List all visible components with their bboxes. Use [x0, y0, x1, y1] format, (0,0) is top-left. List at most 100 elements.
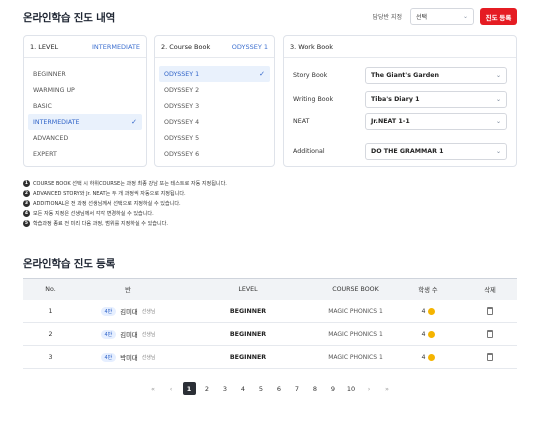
page-6[interactable]: 6: [273, 382, 286, 395]
course-item-label: ODYSSEY 4: [164, 118, 200, 126]
page-9[interactable]: 9: [327, 382, 340, 395]
course-item-odyssey-3[interactable]: ODYSSEY 3: [159, 98, 270, 114]
check-icon: ✓: [259, 70, 265, 78]
course-item-odyssey-2[interactable]: ODYSSEY 2: [159, 82, 270, 98]
note-item: 1 COURSE BOOK 선택 시 하위COURSE는 과정 최종 강남 또는 …: [23, 178, 227, 188]
work-book-panel-title: 3. Work Book: [290, 42, 333, 51]
note-text: 학습과정 종료 전 미리 다음 과정, 범위를 지정하실 수 있습니다.: [33, 220, 168, 227]
register-progress-button[interactable]: 진도 등록: [480, 8, 517, 25]
writing-book-select[interactable]: Tiba's Diary 1 ⌄: [365, 91, 507, 108]
additional-label: Additional: [293, 148, 325, 155]
teacher-suffix: 선생님: [141, 354, 156, 361]
level-item-expert[interactable]: EXPERT: [28, 146, 142, 162]
table-row[interactable]: 1 4반 김미대 선생님 BEGINNER MAGIC PHONICS 1 4: [23, 300, 517, 323]
story-book-select[interactable]: The Giant's Garden ⌄: [365, 67, 507, 84]
additional-value: DO THE GRAMMAR 1: [371, 148, 444, 155]
page-5[interactable]: 5: [255, 382, 268, 395]
first-page-icon[interactable]: «: [147, 382, 160, 395]
row-delete: [463, 330, 517, 338]
writing-book-row: Writing Book Tiba's Diary 1 ⌄: [293, 91, 507, 108]
level-item-label: BASIC: [33, 102, 52, 110]
page-3[interactable]: 3: [219, 382, 232, 395]
last-page-icon[interactable]: »: [381, 382, 394, 395]
row-no: 2: [48, 330, 53, 338]
note-text: 모든 자동 지정은 선생님께서 각각 변경하실 수 있습니다.: [33, 210, 154, 217]
number-5-icon: 5: [23, 219, 30, 227]
row-student-count[interactable]: 4: [393, 330, 463, 338]
level-panel-title: 1. LEVEL: [30, 42, 59, 51]
col-student-count: 학생 수: [418, 287, 438, 294]
row-course: MAGIC PHONICS 1: [328, 330, 383, 338]
trash-icon[interactable]: [487, 330, 493, 338]
col-class: 반: [125, 287, 131, 294]
trash-icon[interactable]: [487, 353, 493, 361]
level-item-intermediate[interactable]: INTERMEDIATE ✓: [28, 114, 142, 130]
level-item-label: WARMING UP: [33, 86, 75, 94]
writing-book-value: Tiba's Diary 1: [371, 96, 420, 103]
page-10[interactable]: 10: [345, 382, 358, 395]
notes-list: 1 COURSE BOOK 선택 시 하위COURSE는 과정 최종 강남 또는 …: [23, 178, 227, 228]
class-select[interactable]: 선택 ⌄: [410, 8, 474, 25]
course-list: ODYSSEY 1 ✓ ODYSSEY 2 ODYSSEY 3 ODYSSEY 4…: [159, 66, 270, 162]
prev-page-icon[interactable]: ‹: [165, 382, 178, 395]
page-2[interactable]: 2: [201, 382, 214, 395]
teacher-name: 김미대: [120, 331, 138, 339]
course-item-label: ODYSSEY 6: [164, 150, 200, 158]
student-count: 4: [421, 307, 426, 315]
row-student-count[interactable]: 4: [393, 307, 463, 315]
course-item-odyssey-1[interactable]: ODYSSEY 1 ✓: [159, 66, 270, 82]
course-item-odyssey-5[interactable]: ODYSSEY 5: [159, 130, 270, 146]
note-item: 3 ADDITIONAL은 전 과정 선생님께서 선택으로 지정하실 수 있습니다…: [23, 198, 227, 208]
chevron-down-icon: ⌄: [462, 13, 468, 20]
level-item-advanced[interactable]: ADVANCED: [28, 130, 142, 146]
student-info-icon[interactable]: [427, 353, 435, 361]
level-list: BEGINNER WARMING UP BASIC INTERMEDIATE ✓ …: [28, 66, 142, 162]
course-item-label: ODYSSEY 5: [164, 134, 200, 142]
row-no: 3: [48, 353, 53, 361]
course-current-value: ODYSSEY 1: [231, 42, 268, 51]
row-student-count[interactable]: 4: [393, 353, 463, 361]
note-text: ADVANCED STORY와 Jr. NEAT는 두 개 과정씩 자동으로 지…: [33, 190, 186, 197]
level-item-label: ADVANCED: [33, 134, 69, 142]
progress-table: No. 반 LEVEL COURSE BOOK 학생 수 삭제 1 4반 김미대…: [23, 278, 517, 369]
page-4[interactable]: 4: [237, 382, 250, 395]
class-badge: 4반: [100, 306, 117, 316]
course-item-odyssey-4[interactable]: ODYSSEY 4: [159, 114, 270, 130]
additional-row: Additional DO THE GRAMMAR 1 ⌄: [293, 143, 507, 160]
table-row[interactable]: 2 4반 김미대 선생님 BEGINNER MAGIC PHONICS 1 4: [23, 323, 517, 346]
table-row[interactable]: 3 4반 박미대 선생님 BEGINNER MAGIC PHONICS 1 4: [23, 346, 517, 369]
next-page-icon[interactable]: ›: [363, 382, 376, 395]
additional-select[interactable]: DO THE GRAMMAR 1 ⌄: [365, 143, 507, 160]
col-delete: 삭제: [484, 287, 496, 294]
level-panel: 1. LEVEL INTERMEDIATE BEGINNER WARMING U…: [23, 35, 147, 167]
story-book-value: The Giant's Garden: [371, 72, 439, 79]
number-4-icon: 4: [23, 209, 30, 217]
class-badge: 4반: [100, 352, 117, 362]
progress-section-title: 온라인학습 진도 등록: [23, 258, 116, 270]
level-item-label: INTERMEDIATE: [33, 118, 80, 126]
level-item-warming-up[interactable]: WARMING UP: [28, 82, 142, 98]
row-course: MAGIC PHONICS 1: [328, 307, 383, 315]
page-7[interactable]: 7: [291, 382, 304, 395]
class-select-value: 선택: [416, 14, 428, 21]
number-2-icon: 2: [23, 189, 30, 197]
work-book-panel-header: 3. Work Book: [284, 36, 516, 58]
chevron-down-icon: ⌄: [495, 72, 501, 79]
neat-row: NEAT Jr.NEAT 1-1 ⌄: [293, 113, 507, 130]
level-item-basic[interactable]: BASIC: [28, 98, 142, 114]
neat-select[interactable]: Jr.NEAT 1-1 ⌄: [365, 113, 507, 130]
course-item-odyssey-6[interactable]: ODYSSEY 6: [159, 146, 270, 162]
level-item-beginner[interactable]: BEGINNER: [28, 66, 142, 82]
level-current-value: INTERMEDIATE: [91, 42, 140, 51]
level-panel-header: 1. LEVEL INTERMEDIATE: [24, 36, 146, 58]
col-no: No.: [45, 286, 56, 293]
page-8[interactable]: 8: [309, 382, 322, 395]
page-1[interactable]: 1: [182, 382, 196, 395]
row-level: BEGINNER: [229, 307, 267, 315]
neat-label: NEAT: [293, 118, 310, 125]
chevron-down-icon: ⌄: [495, 118, 501, 125]
writing-book-label: Writing Book: [293, 96, 334, 103]
trash-icon[interactable]: [487, 307, 493, 315]
student-info-icon[interactable]: [427, 307, 435, 315]
student-info-icon[interactable]: [427, 330, 435, 338]
